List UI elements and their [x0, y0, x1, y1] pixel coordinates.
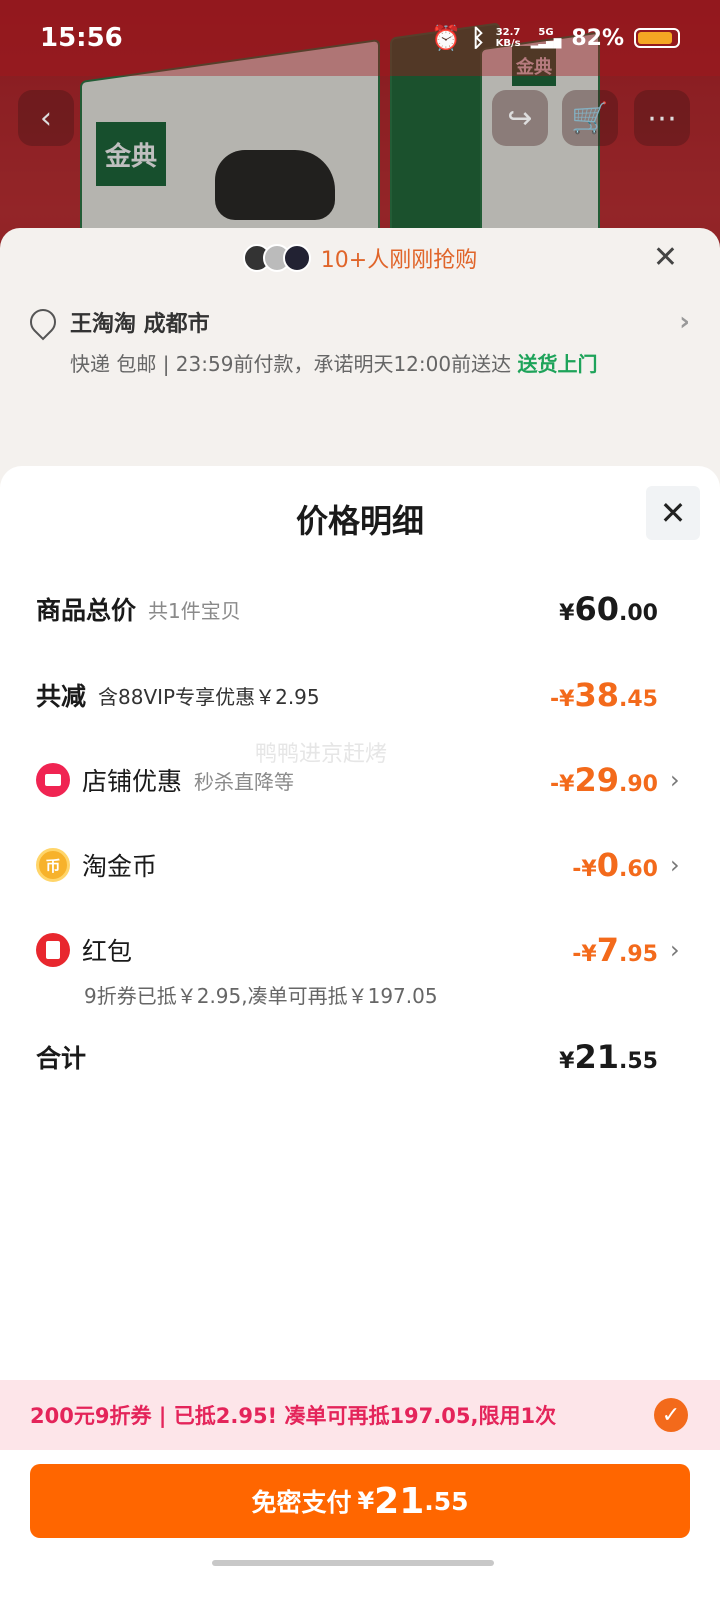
amount-int: 0 [596, 846, 620, 884]
chevron-right-icon: › [679, 307, 690, 337]
red-packet-icon [36, 933, 70, 967]
amount-int: 29 [574, 761, 620, 799]
amount-dec: .00 [619, 601, 658, 626]
discount-amount: -¥ 38.45 [550, 676, 658, 714]
amount-dec: .90 [619, 772, 658, 797]
amount-int: 38 [574, 676, 620, 714]
status-icons: ⏰ ᛒ 32.7 KB/s 5G ▂▃▅▇ 82% [431, 24, 680, 52]
sum-row: 合计 ¥21.55 [36, 1038, 684, 1076]
chevron-right-icon: › [670, 766, 680, 794]
pay-amount-int: 21 [374, 1480, 425, 1522]
delivery-text: 快递 包邮 | 23:59前付款，承诺明天12:00前送达 [70, 352, 512, 376]
pay-amount-dec: .55 [424, 1486, 469, 1516]
battery-percent: 82% [571, 25, 624, 51]
delivery-link[interactable]: 送货上门 [517, 352, 597, 376]
sheet-title: 价格明细 [295, 502, 424, 540]
buyers-banner: 10+人刚刚抢购 ✕ [0, 228, 720, 288]
status-bar: 15:56 ⏰ ᛒ 32.7 KB/s 5G ▂▃▅▇ 82% [0, 0, 720, 76]
share-button[interactable]: ↪ [492, 90, 548, 146]
shop-label: 店铺优惠 [82, 767, 183, 796]
price-detail-sheet: 价格明细 ✕ 鸭鸭进京赶烤 商品总价 共1件宝贝 ¥60.00 共减 含88VI… [0, 466, 720, 1600]
alarm-icon: ⏰ [431, 24, 462, 52]
total-price-row: 商品总价 共1件宝贝 ¥60.00 [36, 590, 684, 628]
order-sheet: 10+人刚刚抢购 ✕ 王淘淘 成都市 › 快递 包邮 | 23:59前付款，承诺… [0, 228, 720, 488]
bluetooth-icon: ᛒ [471, 24, 486, 52]
network-type: 5G [538, 27, 554, 38]
pay-label: 免密支付 [251, 1488, 352, 1517]
chevron-right-icon: › [670, 851, 680, 879]
total-sub: 共1件宝贝 [148, 598, 241, 623]
red-packet-row[interactable]: 红包 -¥ 7.95 › [36, 931, 684, 969]
shop-icon [36, 763, 70, 797]
cart-button[interactable]: 🛒 [562, 90, 618, 146]
red-packet-label: 红包 [82, 937, 133, 966]
currency: ¥ [559, 601, 575, 626]
avatar [282, 244, 311, 272]
currency: -¥ [572, 857, 597, 882]
shop-amount: -¥ 29.90 [550, 761, 658, 799]
total-label: 商品总价 [36, 596, 137, 625]
back-button[interactable]: ‹ [18, 90, 74, 146]
currency: -¥ [572, 942, 597, 967]
home-indicator[interactable] [212, 1560, 494, 1566]
close-icon[interactable]: ✕ [653, 240, 678, 275]
total-amount: ¥60.00 [559, 590, 658, 628]
close-icon: ✕ [659, 494, 687, 532]
check-icon[interactable]: ✓ [654, 1398, 688, 1432]
signal-icon: 5G ▂▃▅▇ [530, 27, 562, 49]
amount-dec: .95 [619, 942, 658, 967]
red-packet-note: 9折券已抵￥2.95,凑单可再抵￥197.05 [84, 984, 438, 1008]
amount-int: 60 [574, 590, 620, 628]
coupon-bar[interactable]: 200元9折券 | 已抵2.95! 凑单可再抵197.05,限用1次 ✓ [0, 1380, 720, 1450]
discount-label: 共减 [36, 682, 87, 711]
delivery-info: 快递 包邮 | 23:59前付款，承诺明天12:00前送达 送货上门 [70, 348, 690, 380]
close-button[interactable]: ✕ [646, 486, 700, 540]
buyers-text: 10+人刚刚抢购 [320, 248, 478, 273]
coupon-text: 200元9折券 | 已抵2.95! 凑单可再抵197.05,限用1次 [30, 1404, 557, 1428]
coin-icon: 币 [36, 848, 70, 882]
speed-unit: KB/s [495, 38, 521, 49]
shop-discount-row[interactable]: 店铺优惠 秒杀直降等 -¥ 29.90 › [36, 761, 684, 799]
pay-currency: ¥ [357, 1487, 375, 1515]
address-section[interactable]: 王淘淘 成都市 › 快递 包邮 | 23:59前付款，承诺明天12:00前送达 … [0, 288, 720, 380]
sum-label: 合计 [36, 1044, 87, 1073]
amount-dec: .45 [619, 687, 658, 712]
shop-sub: 秒杀直降等 [194, 769, 295, 794]
coins-amount: -¥ 0.60 [572, 846, 658, 884]
pay-button[interactable]: 免密支付 ¥ 21 .55 [30, 1464, 690, 1538]
sum-amount: ¥21.55 [559, 1038, 658, 1076]
battery-icon [634, 28, 680, 48]
location-pin-icon [24, 303, 62, 341]
currency: ¥ [559, 1049, 575, 1074]
amount-int: 21 [574, 1038, 620, 1076]
currency: -¥ [550, 772, 575, 797]
status-time: 15:56 [40, 23, 123, 53]
buyer-avatars [242, 244, 311, 272]
currency: -¥ [550, 687, 575, 712]
network-speed: 32.7 KB/s [496, 27, 521, 49]
speed-value: 32.7 [495, 27, 521, 38]
amount-dec: .60 [619, 857, 658, 882]
more-button[interactable]: ⋯ [634, 90, 690, 146]
discount-sub: 含88VIP专享优惠￥2.95 [98, 684, 320, 709]
red-packet-amount: -¥ 7.95 [572, 931, 658, 969]
amount-int: 7 [596, 931, 620, 969]
chevron-right-icon: › [670, 936, 680, 964]
address-name: 王淘淘 成都市 [70, 312, 210, 337]
coins-label: 淘金币 [82, 852, 158, 881]
coins-row[interactable]: 币 淘金币 -¥ 0.60 › [36, 846, 684, 884]
discount-row: 共减 含88VIP专享优惠￥2.95 -¥ 38.45 [36, 676, 684, 714]
amount-dec: .55 [619, 1049, 658, 1074]
